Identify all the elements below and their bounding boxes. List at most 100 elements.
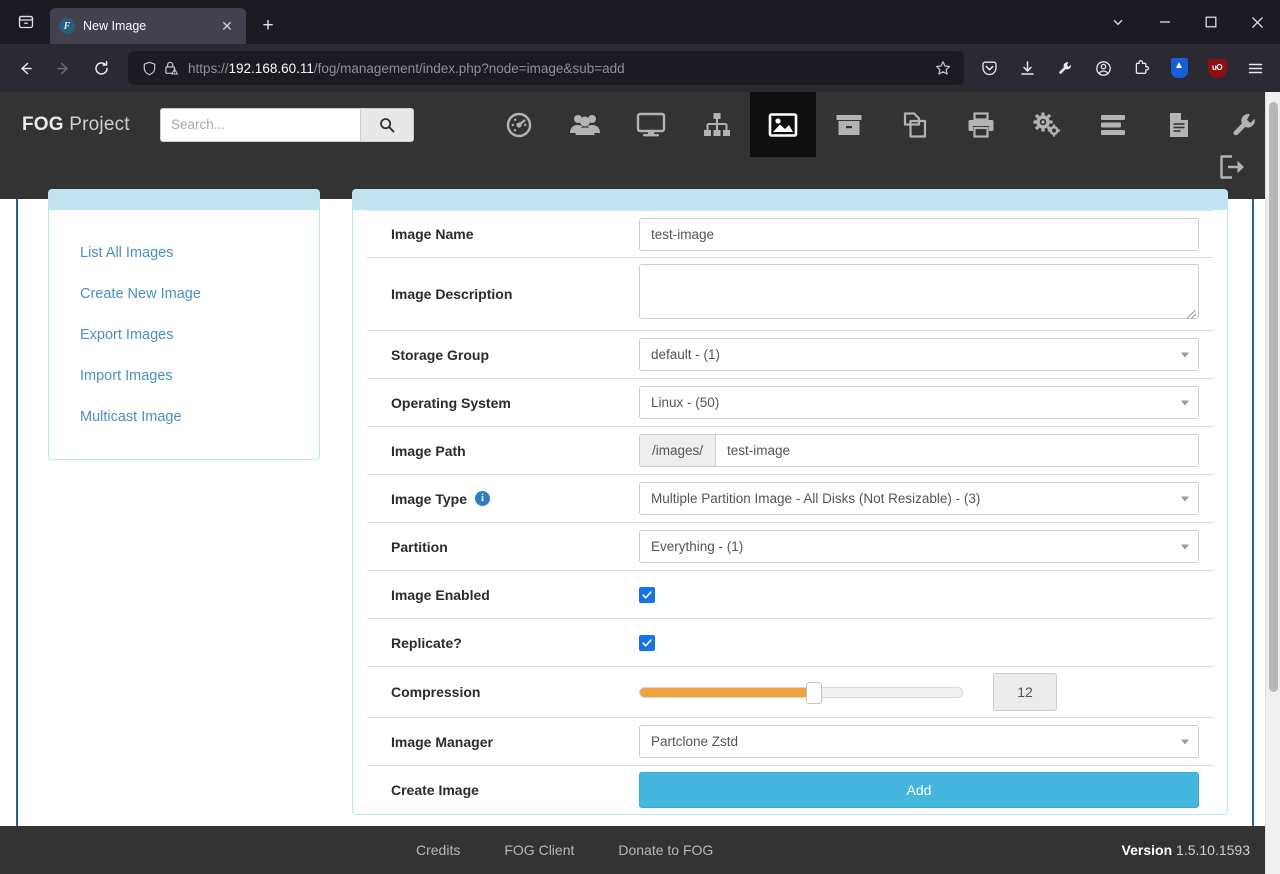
page-viewport: FOG Project Search... List All Images Cr… <box>0 92 1280 874</box>
image-name-input[interactable] <box>639 217 1199 251</box>
monitor-icon <box>636 112 666 136</box>
compression-value: 12 <box>993 673 1057 711</box>
minimize-icon[interactable] <box>1142 0 1188 44</box>
tasks-icon <box>1101 114 1125 135</box>
fog-brand[interactable]: FOG Project <box>0 114 140 136</box>
tab-strip: F New Image ✕ + <box>50 0 284 44</box>
bitwarden-icon[interactable] <box>1162 51 1196 85</box>
field-operating-system <box>639 386 1213 419</box>
reload-button[interactable] <box>84 51 118 85</box>
form-row-image-type: Image Type i <box>367 475 1213 523</box>
extensions-icon[interactable] <box>1124 51 1158 85</box>
nav-item-clone[interactable] <box>882 92 948 157</box>
storage-group-select[interactable] <box>639 338 1199 371</box>
url-text: https://192.168.60.11/fog/management/ind… <box>182 61 930 76</box>
fog-header-top: FOG Project <box>0 92 1280 157</box>
download-icon[interactable] <box>1010 51 1044 85</box>
version-label: Version <box>1121 842 1173 858</box>
back-button[interactable] <box>8 51 42 85</box>
brand-rest: Project <box>63 113 130 135</box>
label-operating-system: Operating System <box>391 394 511 411</box>
nav-item-dashboard[interactable] <box>486 92 552 157</box>
nav-item-services[interactable] <box>1014 92 1080 157</box>
url-domain: 192.168.60.11 <box>228 60 314 76</box>
add-button[interactable]: Add <box>639 772 1199 808</box>
nav-item-printers[interactable] <box>948 92 1014 157</box>
address-bar[interactable]: https://192.168.60.11/fog/management/ind… <box>128 51 964 85</box>
select-wrapper <box>639 386 1199 419</box>
info-icon[interactable]: i <box>475 491 490 506</box>
compression-slider[interactable] <box>639 681 963 704</box>
close-icon[interactable]: ✕ <box>217 16 237 36</box>
nav-item-groups[interactable] <box>684 92 750 157</box>
image-path-input[interactable] <box>715 434 1199 467</box>
form-row-partition: Partition <box>367 523 1213 571</box>
brand-bold: FOG <box>22 113 64 135</box>
slider-handle[interactable] <box>805 681 822 704</box>
picture-icon <box>768 112 798 137</box>
image-manager-select[interactable] <box>639 725 1199 758</box>
search-group <box>160 107 414 142</box>
tab-list-chevron-icon[interactable] <box>1094 0 1142 44</box>
nav-item-images[interactable] <box>750 92 816 157</box>
nav-item-reports[interactable] <box>1146 92 1212 157</box>
logout-button[interactable] <box>1218 154 1248 185</box>
footer-link-credits[interactable]: Credits <box>416 842 460 858</box>
maximize-icon[interactable] <box>1188 0 1234 44</box>
footer-links: Credits FOG Client Donate to FOG <box>0 842 713 858</box>
nav-item-tasks[interactable] <box>1080 92 1146 157</box>
footer-link-fog-client[interactable]: FOG Client <box>504 842 574 858</box>
scrollbar-thumb[interactable] <box>1269 102 1278 692</box>
ublock-origin-icon[interactable]: uO <box>1200 51 1234 85</box>
new-tab-button[interactable]: + <box>252 10 284 42</box>
search-input[interactable] <box>160 107 360 142</box>
insecure-lock-icon[interactable] <box>160 57 182 79</box>
cogs-icon <box>1033 112 1061 137</box>
operating-system-select[interactable] <box>639 386 1199 419</box>
pocket-icon[interactable] <box>972 51 1006 85</box>
sidebar-list: List All Images Create New Image Export … <box>49 210 319 459</box>
sidebar-item-create-new-image[interactable]: Create New Image <box>49 273 319 314</box>
image-enabled-checkbox[interactable] <box>639 586 655 603</box>
search-button[interactable] <box>360 107 414 142</box>
nav-item-users[interactable] <box>552 92 618 157</box>
firefox-view-button[interactable] <box>6 5 46 39</box>
field-storage-group <box>639 338 1213 371</box>
sidebar-panel: List All Images Create New Image Export … <box>48 189 320 460</box>
wrench-icon[interactable] <box>1048 51 1082 85</box>
bookmark-star-icon[interactable] <box>930 55 956 81</box>
check-icon <box>642 590 652 599</box>
label-image-type: Image Type i <box>367 491 639 507</box>
title-bar: F New Image ✕ + <box>0 0 1280 44</box>
archive-box-icon <box>836 114 862 135</box>
image-description-textarea[interactable] <box>639 264 1199 319</box>
account-icon[interactable] <box>1086 51 1120 85</box>
replicate-checkbox[interactable] <box>639 634 655 651</box>
label-replicate: Replicate? <box>391 634 462 651</box>
browser-tab[interactable]: F New Image ✕ <box>50 8 246 44</box>
sidebar-item-multicast-image[interactable]: Multicast Image <box>49 396 319 437</box>
field-image-manager <box>639 725 1213 758</box>
label-image-enabled: Image Enabled <box>391 586 490 603</box>
sidebar-item-list-all-images[interactable]: List All Images <box>49 232 319 273</box>
window-controls <box>1094 0 1280 44</box>
textarea-wrapper <box>639 264 1199 324</box>
shield-icon[interactable] <box>138 57 160 79</box>
image-form-panel: Image Name Image Description <box>352 189 1228 815</box>
label-image-manager: Image Manager <box>391 733 493 750</box>
app-menu-icon[interactable] <box>1238 51 1272 85</box>
footer-link-donate[interactable]: Donate to FOG <box>618 842 713 858</box>
page-scrollbar[interactable] <box>1265 92 1280 874</box>
nav-item-hosts[interactable] <box>618 92 684 157</box>
sidebar-item-export-images[interactable]: Export Images <box>49 314 319 355</box>
nav-item-snapins[interactable] <box>816 92 882 157</box>
form-panel-header <box>353 190 1227 210</box>
form-row-replicate: Replicate? <box>367 619 1213 667</box>
tab-title: New Image <box>83 19 147 33</box>
version-value: 1.5.10.1593 <box>1176 842 1250 858</box>
partition-select[interactable] <box>639 530 1199 563</box>
window-close-icon[interactable] <box>1234 0 1280 44</box>
image-type-select[interactable] <box>639 482 1199 515</box>
sidebar-item-import-images[interactable]: Import Images <box>49 355 319 396</box>
report-icon <box>1170 112 1188 137</box>
